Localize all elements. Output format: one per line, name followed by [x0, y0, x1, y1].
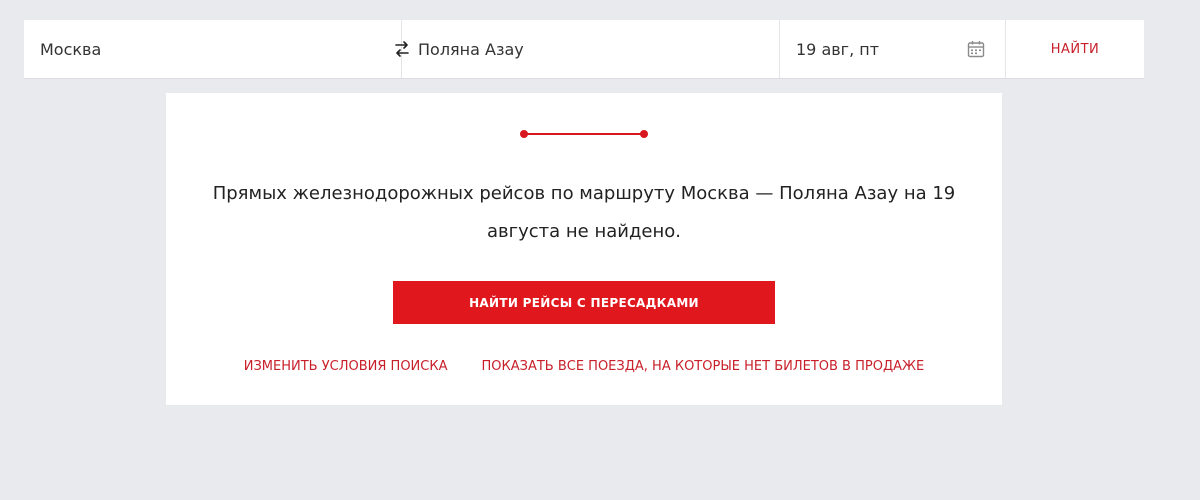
to-field[interactable]: Поляна Азау [402, 20, 780, 78]
show-all-trains-link[interactable]: ПОКАЗАТЬ ВСЕ ПОЕЗДА, НА КОТОРЫЕ НЕТ БИЛЕ… [481, 359, 924, 374]
from-field[interactable]: Москва [24, 20, 402, 78]
find-button[interactable]: НАЙТИ [1006, 20, 1144, 78]
no-direct-trains-message: Прямых железнодорожных рейсов по маршрут… [212, 183, 956, 242]
to-value: Поляна Азау [418, 39, 524, 59]
route-line-icon [520, 130, 648, 138]
swap-button[interactable] [392, 39, 412, 59]
from-value: Москва [40, 39, 102, 59]
calendar-icon[interactable] [967, 40, 985, 58]
swap-arrows-icon [395, 41, 409, 57]
change-search-link[interactable]: ИЗМЕНИТЬ УСЛОВИЯ ПОИСКА [244, 359, 448, 374]
search-bar: Москва Поляна Азау 19 авг, пт НАЙТИ [24, 20, 1144, 78]
find-transfer-routes-button[interactable]: НАЙТИ РЕЙСЫ С ПЕРЕСАДКАМИ [393, 281, 775, 324]
action-links: ИЗМЕНИТЬ УСЛОВИЯ ПОИСКА ПОКАЗАТЬ ВСЕ ПОЕ… [166, 359, 1002, 374]
date-field[interactable]: 19 авг, пт [780, 20, 1006, 78]
date-value: 19 авг, пт [796, 39, 880, 59]
no-results-card: Прямых железнодорожных рейсов по маршрут… [166, 93, 1002, 405]
